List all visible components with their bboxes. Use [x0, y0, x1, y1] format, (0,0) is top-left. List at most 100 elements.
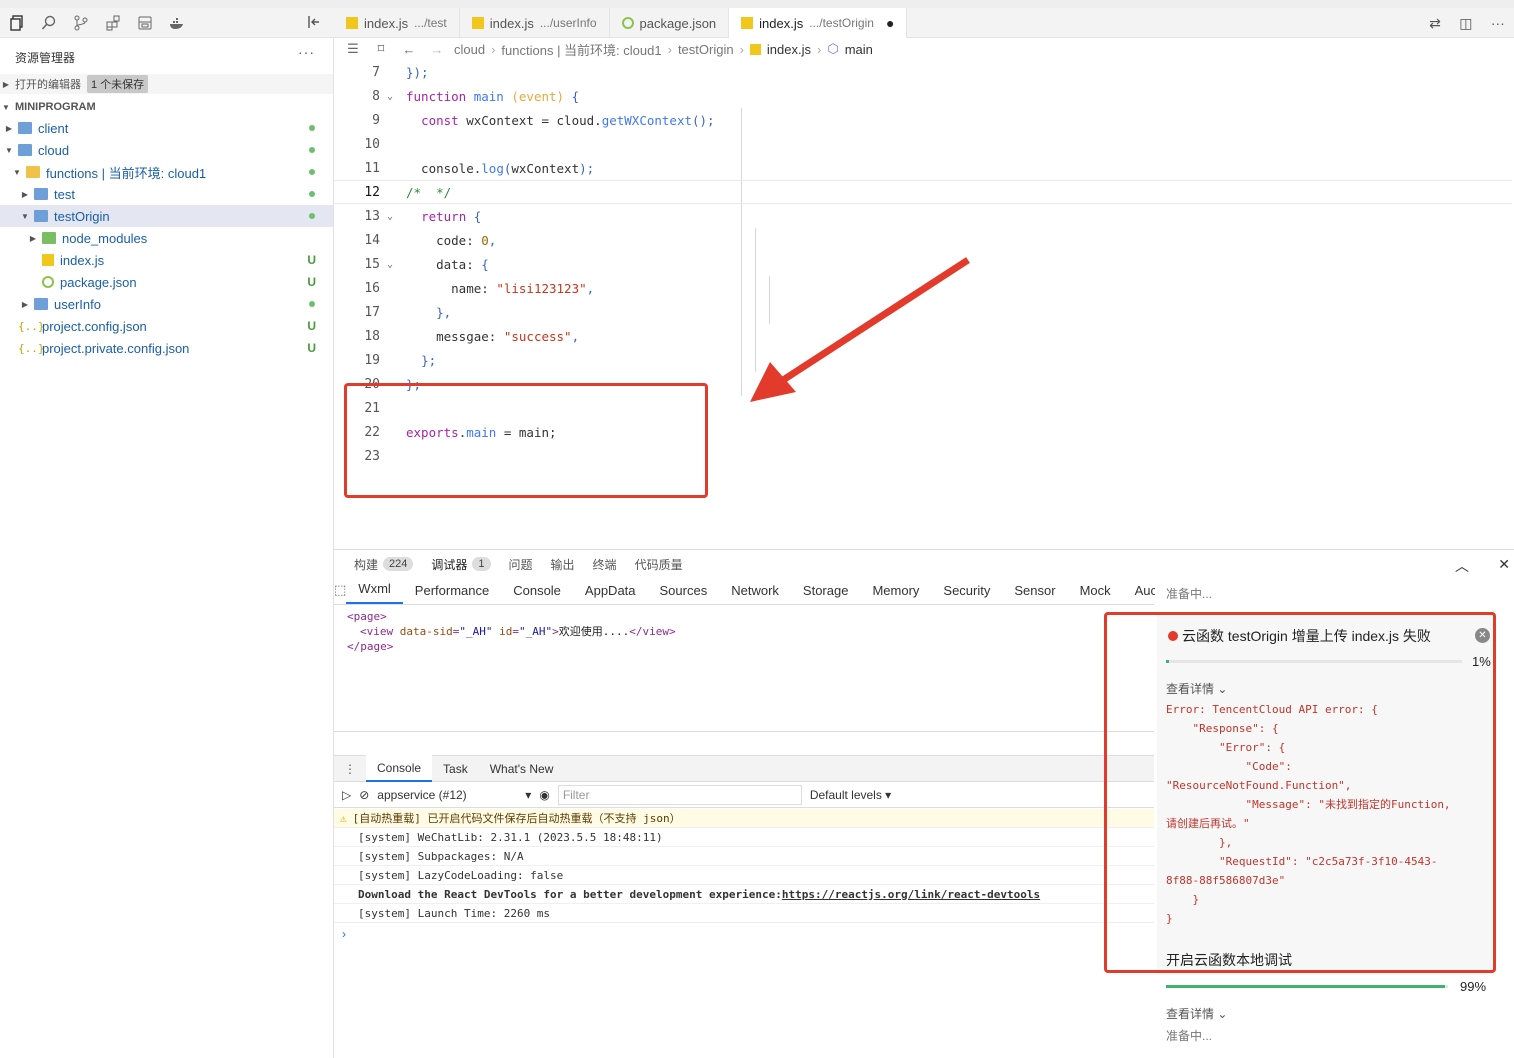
code-line[interactable]: 13 ⌄ return {	[334, 204, 1512, 228]
devtools-tab[interactable]: Security	[931, 583, 1002, 604]
console-prompt[interactable]: ›	[342, 927, 346, 941]
more-icon[interactable]: ···	[1491, 15, 1505, 31]
view-details-link-2[interactable]: 查看详情 ⌄	[1166, 1005, 1227, 1022]
split-editor-icon[interactable]: ◫	[1459, 15, 1472, 32]
wxml-page-open[interactable]: <page>	[347, 609, 1154, 624]
js-file-icon	[42, 254, 54, 266]
fold-chevron-icon[interactable]: ⌄	[380, 91, 400, 102]
tree-item[interactable]: ▶ test	[0, 183, 333, 205]
code-line[interactable]: 9 const wxContext = cloud.getWXContext()…	[334, 108, 1512, 132]
code-content: });	[406, 64, 429, 80]
extensions-icon[interactable]	[100, 10, 126, 36]
preparing-status-bottom: 准备中...	[1166, 1029, 1213, 1043]
tree-item[interactable]: ▶ userInfo	[0, 293, 333, 315]
console-message-text: [system] LazyCodeLoading: false	[358, 868, 564, 882]
breadcrumb-item[interactable]: main	[845, 42, 873, 57]
search-icon[interactable]	[36, 10, 62, 36]
source-control-icon[interactable]	[68, 10, 94, 36]
context-select[interactable]: appservice (#12)	[377, 788, 517, 802]
console-tab[interactable]: What's New	[479, 755, 565, 782]
panel-tab[interactable]: 输出	[551, 556, 575, 573]
tree-item[interactable]: ▼ cloud	[0, 139, 333, 161]
tree-item[interactable]: ▶ client	[0, 117, 333, 139]
code-line[interactable]: 8 ⌄ function main (event) {	[334, 84, 1512, 108]
devtools-tab[interactable]: Console	[501, 583, 573, 604]
chevron-right-icon: ›	[667, 41, 672, 57]
panel-tab[interactable]: 调试器 1	[431, 556, 491, 573]
collapse-sidebar-icon[interactable]	[306, 14, 326, 32]
code-content: },	[436, 304, 452, 320]
breadcrumb-item[interactable]: functions | 当前环境: cloud1	[501, 40, 661, 59]
wxml-page-close[interactable]: </page>	[347, 639, 1154, 654]
devtools-tab[interactable]: Wxml	[346, 581, 403, 604]
editor-tab[interactable]: index.js .../test	[334, 8, 460, 38]
tree-item[interactable]: ▼ functions | 当前环境: cloud1	[0, 161, 333, 183]
code-line[interactable]: 11 console.log(wxContext);	[334, 156, 1512, 180]
folder-icon	[18, 122, 32, 134]
breadcrumb-item[interactable]: testOrigin	[678, 42, 734, 57]
code-line[interactable]: 7});	[334, 60, 1512, 84]
docker-icon[interactable]	[164, 10, 190, 36]
outline-icon[interactable]: ☰	[342, 41, 364, 57]
tree-item[interactable]: package.json U	[0, 271, 333, 293]
tree-item[interactable]: ▼ testOrigin	[0, 205, 333, 227]
code-line[interactable]: 12 /* */	[334, 180, 1512, 204]
breadcrumb-item[interactable]: index.js	[767, 42, 811, 57]
tree-item[interactable]: {..} project.private.config.json U	[0, 337, 333, 359]
tree-item-label: project.private.config.json	[42, 340, 190, 356]
line-number: 13	[364, 208, 380, 224]
eye-icon[interactable]: ◉	[539, 788, 549, 802]
devtools-tab[interactable]: Storage	[791, 583, 861, 604]
wxml-tree[interactable]: <page> <view data-sid="_AH" id="_AH">欢迎使…	[334, 606, 1154, 732]
editor-tab[interactable]: package.json	[610, 8, 730, 38]
filter-input[interactable]: Filter	[557, 784, 802, 805]
tree-item[interactable]: ▶ node_modules	[0, 227, 333, 249]
devtools-tab[interactable]: Performance	[403, 583, 501, 604]
code-content: data: {	[406, 256, 489, 272]
panel-tab[interactable]: 代码质量	[635, 556, 683, 573]
project-section[interactable]: ▼ MINIPROGRAM	[0, 97, 333, 117]
tree-item[interactable]: {..} project.config.json U	[0, 315, 333, 337]
panel-tab[interactable]: 问题	[509, 556, 533, 573]
devtools-tab[interactable]: Sensor	[1002, 583, 1067, 604]
chevron-down-icon[interactable]: ▾	[525, 788, 531, 802]
chevron-down-icon: ▼	[21, 211, 29, 221]
devtools-tab[interactable]: Memory	[860, 583, 931, 604]
editor-tab[interactable]: index.js .../testOrigin ●	[729, 8, 908, 38]
maximize-panel-icon[interactable]: ︿	[1455, 556, 1469, 576]
compare-icon[interactable]: ⇄	[1429, 15, 1441, 32]
untracked-badge: U	[307, 319, 316, 333]
breadcrumb-item[interactable]: cloud	[454, 42, 485, 57]
fold-chevron-icon[interactable]: ⌄	[380, 259, 400, 270]
editor-tab[interactable]: index.js .../userInfo	[460, 8, 610, 38]
inspect-element-icon[interactable]: ⬚	[334, 582, 346, 604]
console-tab[interactable]: Task	[432, 755, 479, 782]
tree-item[interactable]: index.js U	[0, 249, 333, 271]
folder-icon	[42, 232, 56, 244]
more-actions-icon[interactable]: ···	[298, 44, 315, 60]
cloud-dev-icon[interactable]	[132, 10, 158, 36]
code-line[interactable]: 14 code: 0,	[334, 228, 1512, 252]
close-panel-icon[interactable]: ✕	[1498, 556, 1510, 576]
clear-console-icon[interactable]: ⊘	[359, 788, 369, 802]
react-devtools-link[interactable]: https://reactjs.org/link/react-devtools	[782, 888, 1040, 901]
devtools-tab[interactable]: Network	[719, 583, 791, 604]
code-line[interactable]: 10	[334, 132, 1512, 156]
forward-arrow-icon[interactable]: →	[426, 42, 448, 57]
drawer-menu-icon[interactable]: ⋮	[334, 762, 366, 776]
open-editors-section[interactable]: ▶ 打开的编辑器 1 个未保存	[0, 74, 333, 94]
log-levels-select[interactable]: Default levels ▾	[810, 788, 891, 802]
wxml-view-node[interactable]: <view data-sid="_AH" id="_AH">欢迎使用....</…	[347, 624, 1154, 639]
fold-chevron-icon[interactable]: ⌄	[380, 211, 400, 222]
wxml-attr-value: "_AH"	[459, 625, 493, 638]
panel-tab[interactable]: 终端	[593, 556, 617, 573]
panel-tab[interactable]: 构建 224	[354, 556, 414, 573]
sidebar-toggle-icon[interactable]: ▷	[342, 788, 351, 802]
files-icon[interactable]	[4, 10, 30, 36]
devtools-tab[interactable]: Mock	[1068, 583, 1123, 604]
back-arrow-icon[interactable]: ←	[398, 42, 420, 57]
bookmark-icon[interactable]: ⌑	[370, 41, 392, 57]
devtools-tab[interactable]: AppData	[573, 583, 648, 604]
devtools-tab[interactable]: Sources	[648, 583, 720, 604]
console-tab[interactable]: Console	[366, 755, 433, 782]
